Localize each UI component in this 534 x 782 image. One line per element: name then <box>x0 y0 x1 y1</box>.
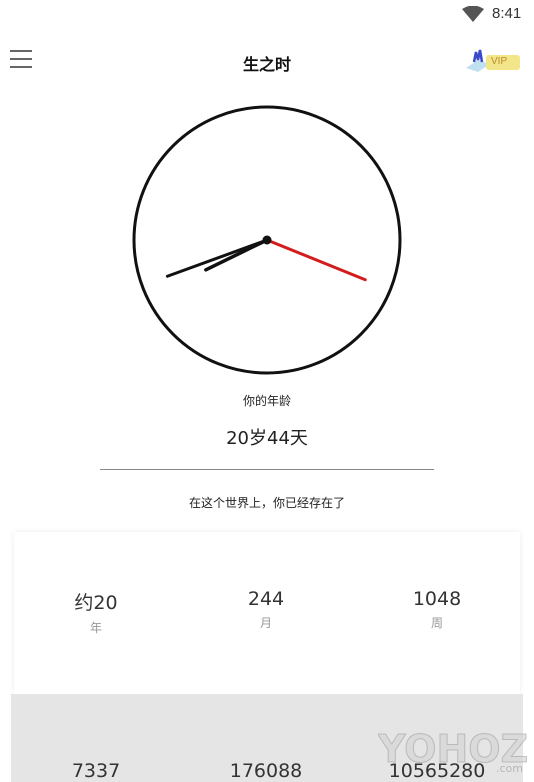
stat-value: 176088 <box>229 760 303 782</box>
stat-hours: 176088 <box>186 760 346 782</box>
stat-value: 244 <box>247 588 285 610</box>
stats-card: 约20 年 244 月 1048 周 <box>14 532 520 694</box>
stat-value: 约20 <box>74 592 118 614</box>
stat-unit: 年 <box>89 621 102 635</box>
stat-days: 7337 <box>16 760 176 782</box>
stat-weeks: 1048 周 <box>357 588 517 631</box>
stat-unit: 月 <box>259 616 272 630</box>
stat-value: 7337 <box>71 760 121 782</box>
minute-hand <box>165 238 269 278</box>
app-bar: 生之时 VIP <box>0 40 534 84</box>
vip-label: VIP <box>491 56 508 67</box>
status-time: 8:41 <box>492 5 522 22</box>
divider <box>100 469 434 470</box>
stat-months: 244 月 <box>186 588 346 631</box>
analog-clock <box>132 105 402 375</box>
svg-text:.com: .com <box>496 762 523 775</box>
age-value: 20岁44天 <box>226 428 308 449</box>
wifi-icon <box>462 6 484 22</box>
second-hand <box>265 238 367 282</box>
stat-years: 约20 年 <box>16 588 176 636</box>
age-label: 你的年龄 <box>242 394 291 408</box>
page-title: 生之时 <box>242 55 291 74</box>
watermark-logo: YOHOZ .com <box>378 727 528 776</box>
vip-button[interactable]: VIP <box>464 46 526 76</box>
clock-center <box>262 235 272 245</box>
status-bar: 8:41 <box>0 0 534 30</box>
stat-value: 1048 <box>412 588 462 610</box>
existence-label: 在这个世界上，你已经存在了 <box>188 496 345 510</box>
stat-unit: 周 <box>430 616 443 630</box>
